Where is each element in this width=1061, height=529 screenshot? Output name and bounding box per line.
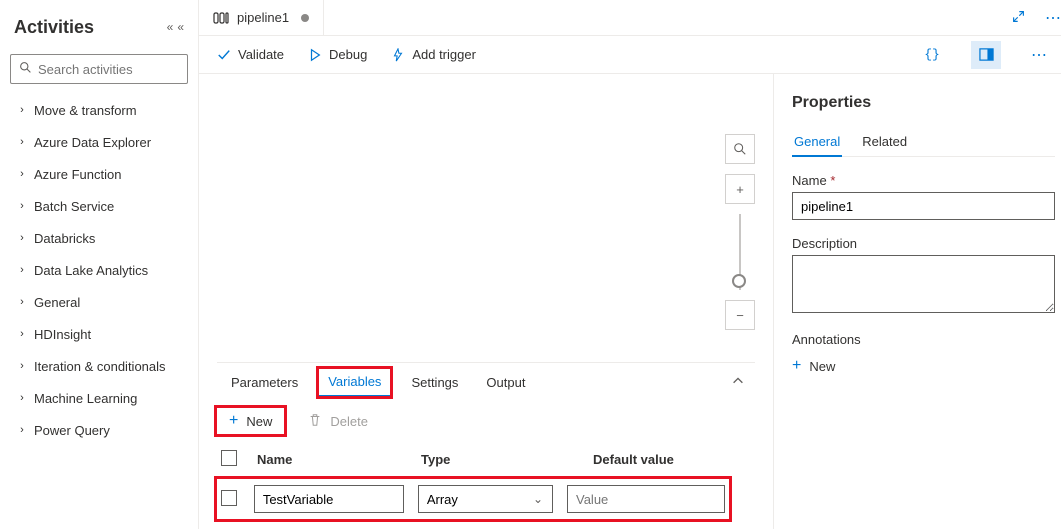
collapse-chevron-icon[interactable]: « [177, 20, 184, 34]
sidebar-item-move-transform[interactable]: ›Move & transform [10, 94, 188, 126]
description-field-label: Description [792, 236, 1055, 251]
chevron-right-icon: › [14, 392, 30, 404]
add-annotation-button[interactable]: + New [792, 357, 835, 375]
pipeline-name-input[interactable] [792, 192, 1055, 220]
zoom-slider-track[interactable] [739, 214, 741, 290]
trigger-icon [391, 48, 405, 62]
checkmark-icon [217, 48, 231, 62]
delete-variable-button: Delete [300, 409, 376, 434]
editor-tab-strip: pipeline1 ⋯ [199, 0, 1061, 36]
activities-title: Activities [14, 17, 167, 38]
sidebar-item-azure-function[interactable]: ›Azure Function [10, 158, 188, 190]
tab-settings[interactable]: Settings [397, 367, 472, 398]
zoom-out-button[interactable]: − [725, 300, 755, 330]
pipeline-icon [213, 10, 229, 26]
sidebar-item-machine-learning[interactable]: ›Machine Learning [10, 382, 188, 414]
zoom-in-button[interactable]: + [725, 174, 755, 204]
chevron-right-icon: › [14, 264, 30, 276]
tab-pipeline1[interactable]: pipeline1 [199, 0, 324, 35]
properties-tab-general[interactable]: General [792, 128, 842, 157]
plus-icon: + [792, 357, 801, 375]
zoom-fit-icon[interactable] [725, 134, 755, 164]
chevron-right-icon: › [14, 232, 30, 244]
activities-search-box[interactable] [10, 54, 188, 84]
zoom-slider-thumb[interactable] [732, 274, 746, 288]
pipeline-canvas[interactable]: + − [199, 74, 773, 357]
validate-button[interactable]: Validate [217, 47, 284, 62]
new-variable-button[interactable]: + New [217, 408, 284, 434]
column-name-header: Name [257, 452, 407, 467]
row-checkbox[interactable] [221, 490, 237, 506]
toolbar-more-icon[interactable]: ⋯ [1025, 41, 1055, 69]
chevron-right-icon: › [14, 328, 30, 340]
sidebar-item-azure-data-explorer[interactable]: ›Azure Data Explorer [10, 126, 188, 158]
sidebar-item-data-lake-analytics[interactable]: ›Data Lake Analytics [10, 254, 188, 286]
column-type-header: Type [421, 452, 579, 467]
sidebar-item-general[interactable]: ›General [10, 286, 188, 318]
activities-search-input[interactable] [38, 62, 214, 77]
panel-collapse-icon[interactable] [721, 374, 755, 391]
pipeline-description-textarea[interactable] [792, 255, 1055, 313]
annotations-field-label: Annotations [792, 332, 1055, 347]
chevron-right-icon: › [14, 104, 30, 116]
collapse-double-chevron-icon[interactable]: « [167, 20, 174, 34]
pipeline-toolbar: Validate Debug Add trigger {} ⋯ [199, 36, 1061, 74]
variable-default-input[interactable] [567, 485, 725, 513]
properties-title: Properties [792, 94, 1055, 112]
column-default-header: Default value [593, 452, 751, 467]
sidebar-item-batch-service[interactable]: ›Batch Service [10, 190, 188, 222]
properties-panel: Properties General Related Name * Descri… [773, 74, 1061, 529]
code-view-icon[interactable]: {} [917, 41, 947, 69]
sidebar-item-iteration-conditionals[interactable]: ›Iteration & conditionals [10, 350, 188, 382]
activities-sidebar: Activities « « ›Move & transform ›Azure … [0, 0, 198, 529]
plus-icon: + [229, 412, 238, 430]
chevron-right-icon: › [14, 200, 30, 212]
chevron-right-icon: › [14, 424, 30, 436]
chevron-right-icon: › [14, 168, 30, 180]
properties-tab-related[interactable]: Related [860, 128, 909, 156]
expand-icon[interactable] [1002, 10, 1035, 26]
sidebar-item-hdinsight[interactable]: ›HDInsight [10, 318, 188, 350]
chevron-right-icon: › [14, 360, 30, 372]
variable-name-input[interactable] [254, 485, 404, 513]
variable-type-select[interactable] [418, 485, 553, 513]
tab-output[interactable]: Output [472, 367, 539, 398]
trash-icon [308, 413, 322, 430]
debug-button[interactable]: Debug [308, 47, 367, 62]
unsaved-dot-icon [301, 14, 309, 22]
name-field-label: Name * [792, 173, 1055, 188]
select-all-checkbox[interactable] [221, 450, 237, 466]
more-icon[interactable]: ⋯ [1035, 8, 1061, 28]
pipeline-bottom-panel: Parameters Variables Settings Output + N… [199, 357, 773, 529]
tab-parameters[interactable]: Parameters [217, 367, 312, 398]
properties-toggle-icon[interactable] [971, 41, 1001, 69]
tab-title: pipeline1 [237, 10, 289, 25]
chevron-right-icon: › [14, 136, 30, 148]
tab-variables[interactable]: Variables [318, 368, 391, 397]
chevron-right-icon: › [14, 296, 30, 308]
play-icon [308, 48, 322, 62]
sidebar-item-databricks[interactable]: ›Databricks [10, 222, 188, 254]
add-trigger-button[interactable]: Add trigger [391, 47, 476, 62]
sidebar-item-power-query[interactable]: ›Power Query [10, 414, 188, 446]
variable-row: ⌄ [217, 479, 729, 519]
search-icon [19, 61, 32, 77]
